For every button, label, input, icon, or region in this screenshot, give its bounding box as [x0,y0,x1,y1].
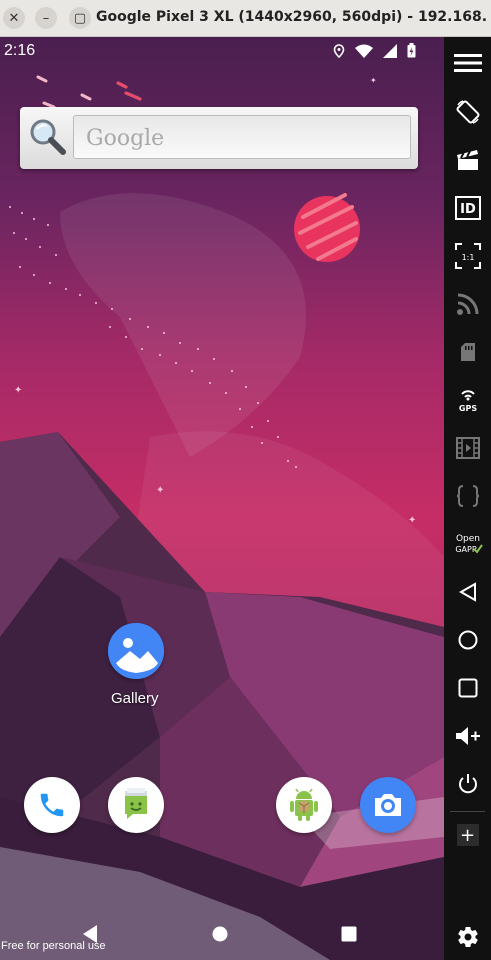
toolbar-device-id-button[interactable]: ID [444,188,491,228]
toolbar-media-button[interactable] [444,428,491,468]
watermark-text: Free for personal use [1,940,106,952]
toolbar-settings-button[interactable] [444,917,491,957]
google-search-widget[interactable]: Google [20,107,418,169]
toolbar-power-button[interactable] [444,764,491,804]
hamburger-icon [453,54,482,72]
home-icon [212,926,228,942]
maximize-icon: ▢ [73,10,87,26]
id-label: ID [460,202,476,217]
one-to-one-label: 1:1 [461,253,474,262]
toolbar-sd-card-button[interactable] [444,332,491,372]
minimize-window-button[interactable]: – [35,7,57,29]
package-installer-app-icon[interactable] [276,777,332,833]
power-icon [458,774,477,794]
phone-icon [40,793,64,817]
rotate-icon [456,100,479,124]
toolbar-separator [450,811,485,812]
film-icon [455,437,480,459]
toolbar-menu-button[interactable] [444,43,491,83]
camera-icon [375,794,401,816]
toolbar-pixel-perfect-button[interactable]: 1:1 [444,236,491,276]
recents-icon [341,926,357,942]
messaging-icon [125,788,147,819]
toolbar-rotate-button[interactable] [444,92,491,132]
window-titlebar: ✕ – ▢ Google Pixel 3 XL (1440x2960, 560d… [0,0,491,37]
recents-icon [458,678,477,698]
gear-icon [457,927,478,948]
close-window-button[interactable]: ✕ [3,7,25,29]
gallery-icon [108,623,164,679]
messaging-app-icon[interactable] [108,777,164,833]
back-icon [458,582,476,602]
search-placeholder: Google [86,126,165,151]
toolbar-gps-button[interactable]: GPS [444,380,491,420]
clapperboard-icon [456,150,478,170]
toolbar-recents-button[interactable] [444,668,491,708]
svg-text:✦: ✦ [156,485,164,496]
toolbar-open-gapps-button[interactable]: Open GAPP [444,524,491,564]
wifi-icon [355,44,373,58]
sd-card-icon [460,343,475,361]
gallery-app-icon[interactable] [108,623,164,679]
toolbar-volume-up-button[interactable] [444,716,491,756]
nav-home-button[interactable] [208,923,232,945]
location-icon [333,43,345,58]
toolbar-back-button[interactable] [444,572,491,612]
camera-app-icon[interactable] [360,777,416,833]
toolbar-record-button[interactable] [444,140,491,180]
more-label: + [459,824,476,846]
braces-icon [456,485,479,507]
toolbar-home-button[interactable] [444,620,491,660]
status-bar: 2:16 [0,37,444,65]
signal-icon [383,43,397,58]
android-package-icon [290,788,318,821]
home-icon [458,630,477,650]
window-title: Google Pixel 3 XL (1440x2960, 560dpi) - … [96,9,488,25]
svg-text:✦: ✦ [370,76,377,85]
battery-icon [407,43,416,58]
toolbar-more-button[interactable]: + [444,815,491,855]
status-time: 2:16 [4,42,36,59]
svg-text:✦: ✦ [14,385,22,396]
plus-icon: + [456,824,479,846]
id-icon: ID [454,196,481,220]
maximize-window-button[interactable]: ▢ [69,7,91,29]
gps-label: GPS [458,404,476,413]
gps-icon: GPS [458,390,477,413]
toolbar-cast-button[interactable] [444,284,491,324]
device-screen[interactable]: ✦ ✦ ✦ ✦ 2:16 Google Gallery Free for per… [0,37,444,960]
cast-icon [456,293,478,315]
emulator-toolbar: ID 1:1 GPS Open GAPP + [444,37,491,960]
volume-up-icon [455,727,480,745]
magnifier-icon [30,119,66,155]
nav-recents-button[interactable] [337,923,361,945]
one-to-one-icon: 1:1 [454,243,481,269]
svg-text:Open: Open [455,534,479,544]
phone-app-icon[interactable] [24,777,80,833]
toolbar-api-button[interactable] [444,476,491,516]
close-icon: ✕ [8,10,20,26]
opengapps-icon: Open GAPP [455,534,483,554]
svg-text:✦: ✦ [408,515,416,526]
gallery-label[interactable]: Gallery [111,690,159,707]
minimize-icon: – [42,10,50,26]
search-input[interactable]: Google [73,115,411,159]
